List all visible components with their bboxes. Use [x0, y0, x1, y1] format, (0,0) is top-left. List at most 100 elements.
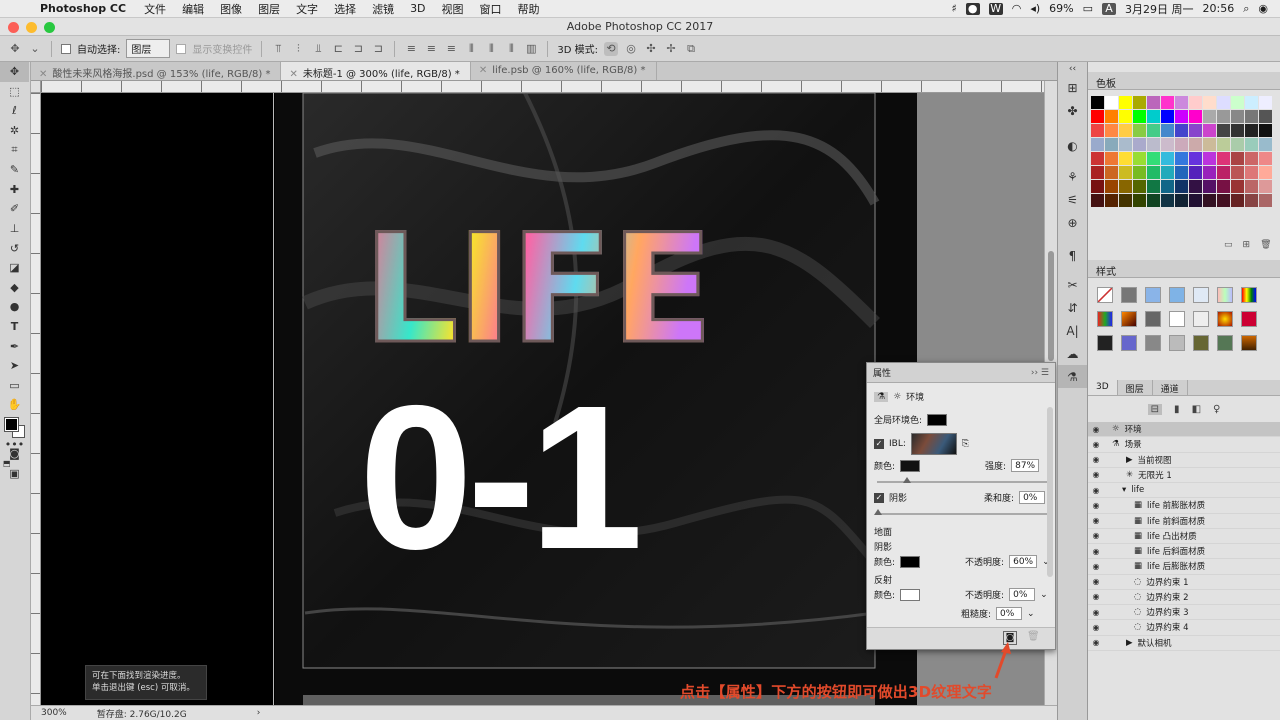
close-tab-icon[interactable]: ✕: [39, 69, 47, 80]
menu-image[interactable]: 图像: [212, 1, 250, 17]
color-swatch[interactable]: [1175, 110, 1188, 123]
path-selection-tool-icon[interactable]: ➤: [0, 356, 29, 376]
color-swatch[interactable]: [1147, 194, 1160, 207]
distribute-top-icon[interactable]: ≡: [404, 42, 418, 56]
shadow-checkbox[interactable]: ✓: [874, 492, 884, 503]
color-swatch[interactable]: [1119, 152, 1132, 165]
color-swatch[interactable]: [1105, 194, 1118, 207]
visibility-eye-icon[interactable]: ◉: [1088, 425, 1104, 434]
libraries-icon[interactable]: ☁: [1058, 342, 1087, 365]
visibility-eye-icon[interactable]: ◉: [1088, 577, 1104, 586]
move-tool-icon[interactable]: ✥: [0, 62, 29, 82]
color-swatch[interactable]: [1105, 180, 1118, 193]
align-top-icon[interactable]: ⫪: [271, 42, 285, 56]
style-item[interactable]: [1121, 311, 1137, 327]
distribute-bottom-icon[interactable]: ≡: [444, 42, 458, 56]
reflection-opacity-field[interactable]: 0%: [1009, 588, 1036, 601]
auto-select-checkbox[interactable]: [61, 43, 71, 54]
character-icon[interactable]: A|: [1058, 319, 1087, 342]
adjustments-icon[interactable]: ◐: [1058, 134, 1087, 157]
scene-item[interactable]: ◉ ☼ 环境: [1088, 422, 1280, 438]
status-app-icon[interactable]: ●: [965, 2, 980, 15]
rectangle-tool-icon[interactable]: ▭: [0, 376, 29, 396]
color-swatch[interactable]: [1259, 124, 1272, 137]
color-swatch[interactable]: [1147, 152, 1160, 165]
color-swatch[interactable]: [1133, 166, 1146, 179]
style-item[interactable]: [1121, 335, 1137, 351]
screen-mode-icon[interactable]: ▣: [0, 464, 29, 484]
softness-slider[interactable]: [874, 509, 1047, 515]
global-ambient-swatch[interactable]: [927, 413, 948, 426]
color-swatch[interactable]: [1091, 194, 1104, 207]
color-swatch[interactable]: [1161, 152, 1174, 165]
menu-filter[interactable]: 滤镜: [364, 1, 402, 17]
eyedropper-tool-icon[interactable]: ✎: [0, 160, 29, 180]
color-swatch[interactable]: [1203, 180, 1216, 193]
style-item[interactable]: [1169, 311, 1185, 327]
battery-icon[interactable]: ▭: [1083, 2, 1093, 15]
color-swatch[interactable]: [1133, 152, 1146, 165]
chevron-down-icon[interactable]: ⌄: [1040, 590, 1048, 600]
softness-field[interactable]: 0%: [1019, 491, 1046, 504]
scene-item[interactable]: ◉ ▾ life: [1088, 483, 1280, 499]
auto-align-icon[interactable]: ▥: [524, 42, 538, 56]
align-hcenter-icon[interactable]: ⊐: [351, 42, 365, 56]
3d-scale-icon[interactable]: ⧉: [684, 42, 698, 56]
3d-drag-icon[interactable]: ✣: [644, 42, 658, 56]
chevron-down-icon[interactable]: ⌄: [1027, 609, 1035, 619]
color-swatch[interactable]: [1119, 166, 1132, 179]
color-swatch[interactable]: [1105, 124, 1118, 137]
color-swatch[interactable]: [1245, 166, 1258, 179]
clock[interactable]: 20:56: [1203, 2, 1235, 15]
color-swatch[interactable]: [1231, 194, 1244, 207]
color-swatch[interactable]: [1161, 180, 1174, 193]
new-folder-icon[interactable]: ▭: [1224, 240, 1233, 250]
visibility-eye-icon[interactable]: ◉: [1088, 440, 1104, 449]
color-swatch[interactable]: [1119, 180, 1132, 193]
color-swatch[interactable]: [1147, 110, 1160, 123]
color-swatch[interactable]: [1133, 96, 1146, 109]
menu-3d[interactable]: 3D: [402, 2, 433, 15]
style-item[interactable]: [1097, 311, 1113, 327]
color-swatch[interactable]: [1091, 180, 1104, 193]
color-swatch[interactable]: [1231, 180, 1244, 193]
whole-scene-icon[interactable]: ⊟: [1147, 403, 1163, 415]
style-item[interactable]: [1193, 287, 1209, 303]
ruler-origin[interactable]: [31, 81, 41, 93]
align-bottom-icon[interactable]: ⫫: [311, 42, 325, 56]
slider-knob[interactable]: [903, 477, 911, 483]
visibility-eye-icon[interactable]: ◉: [1088, 623, 1104, 632]
color-swatch[interactable]: [1231, 166, 1244, 179]
tab-layers[interactable]: 图层: [1118, 380, 1153, 395]
color-swatch[interactable]: [1259, 194, 1272, 207]
color-swatch[interactable]: [1245, 194, 1258, 207]
color-swatch[interactable]: [1161, 110, 1174, 123]
tab-document-1[interactable]: ✕ 酸性未来风格海报.psd @ 153% (life, RGB/8) *: [31, 62, 282, 80]
color-swatch[interactable]: [1175, 152, 1188, 165]
color-swatch[interactable]: [1147, 124, 1160, 137]
app-menu[interactable]: Photoshop CC: [36, 2, 136, 15]
horizontal-ruler[interactable]: [41, 81, 1044, 93]
scene-item[interactable]: ◉ ✳ 无限光 1: [1088, 468, 1280, 483]
intensity-slider[interactable]: [877, 477, 1047, 483]
style-item[interactable]: [1145, 335, 1161, 351]
channels-icon[interactable]: ✤: [1058, 99, 1087, 122]
3d-slide-icon[interactable]: ✢: [664, 42, 678, 56]
color-swatch[interactable]: [1259, 180, 1272, 193]
collapse-panel-icon[interactable]: ›› ☰: [1031, 368, 1049, 378]
color-swatch[interactable]: [1203, 124, 1216, 137]
color-swatch[interactable]: [1161, 96, 1174, 109]
color-swatch[interactable]: [1245, 138, 1258, 151]
color-swatch[interactable]: [1217, 194, 1230, 207]
reflection-swatch[interactable]: [900, 588, 921, 601]
type-tool-icon[interactable]: T: [0, 317, 29, 337]
scene-item[interactable]: ◉ ▦ life 前膨胀材质: [1088, 498, 1280, 514]
visibility-eye-icon[interactable]: ◉: [1088, 562, 1104, 571]
color-swatch[interactable]: [1259, 166, 1272, 179]
ibl-color-swatch[interactable]: [900, 459, 921, 472]
style-item[interactable]: [1241, 311, 1257, 327]
status-menu-arrow-icon[interactable]: ›: [257, 708, 261, 718]
visibility-eye-icon[interactable]: ◉: [1088, 608, 1104, 617]
brush-tool-icon[interactable]: ✐: [0, 199, 29, 219]
scratch-disk-info[interactable]: 暂存盘: 2.76G/10.2G: [97, 707, 187, 720]
